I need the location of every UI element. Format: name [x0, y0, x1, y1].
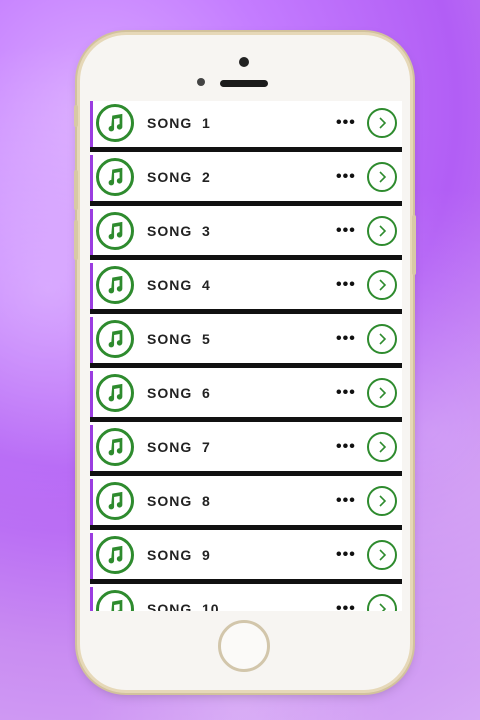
earpiece-speaker — [220, 80, 268, 87]
song-title: SONG 4 — [147, 277, 211, 293]
music-note-icon — [96, 536, 134, 574]
song-title: SONG 8 — [147, 493, 211, 509]
song-title: SONG 9 — [147, 547, 211, 563]
song-title: SONG 2 — [147, 169, 211, 185]
more-options-icon[interactable]: ••• — [336, 276, 356, 294]
chevron-right-icon[interactable] — [367, 108, 397, 138]
more-options-icon[interactable]: ••• — [336, 384, 356, 402]
music-note-icon — [96, 104, 134, 142]
song-row[interactable]: SONG 1 ••• — [90, 101, 402, 152]
more-options-icon[interactable]: ••• — [336, 546, 356, 564]
music-note-icon — [96, 374, 134, 412]
music-note-icon — [96, 158, 134, 196]
song-row[interactable]: SONG 6 ••• — [90, 371, 402, 422]
chevron-right-icon[interactable] — [367, 162, 397, 192]
phone-frame: SONG 1 ••• SONG 2 ••• SONG 3 ••• SONG 4 ••• SONG… — [74, 35, 416, 690]
more-options-icon[interactable]: ••• — [336, 600, 356, 611]
volume-up-button — [74, 170, 78, 210]
song-row[interactable]: SONG 3 ••• — [90, 209, 402, 260]
power-button — [412, 215, 416, 275]
chevron-right-icon[interactable] — [367, 216, 397, 246]
chevron-right-icon[interactable] — [367, 270, 397, 300]
more-options-icon[interactable]: ••• — [336, 438, 356, 456]
song-row[interactable]: SONG 4 ••• — [90, 263, 402, 314]
song-title: SONG 6 — [147, 385, 211, 401]
song-title: SONG 5 — [147, 331, 211, 347]
more-options-icon[interactable]: ••• — [336, 492, 356, 510]
volume-down-button — [74, 220, 78, 260]
music-note-icon — [96, 482, 134, 520]
song-title: SONG 10 — [147, 601, 220, 611]
front-camera — [239, 57, 249, 67]
chevron-right-icon[interactable] — [367, 432, 397, 462]
chevron-right-icon[interactable] — [367, 594, 397, 611]
song-row[interactable]: SONG 10 ••• — [90, 587, 402, 611]
more-options-icon[interactable]: ••• — [336, 330, 356, 348]
song-title: SONG 3 — [147, 223, 211, 239]
more-options-icon[interactable]: ••• — [336, 114, 356, 132]
more-options-icon[interactable]: ••• — [336, 168, 356, 186]
chevron-right-icon[interactable] — [367, 486, 397, 516]
music-note-icon — [96, 428, 134, 466]
chevron-right-icon[interactable] — [367, 324, 397, 354]
music-note-icon — [96, 590, 134, 611]
music-note-icon — [96, 212, 134, 250]
chevron-right-icon[interactable] — [367, 378, 397, 408]
song-row[interactable]: SONG 8 ••• — [90, 479, 402, 530]
song-row[interactable]: SONG 5 ••• — [90, 317, 402, 368]
mute-switch — [74, 105, 78, 127]
song-row[interactable]: SONG 7 ••• — [90, 425, 402, 476]
song-list-screen: SONG 1 ••• SONG 2 ••• SONG 3 ••• SONG 4 ••• SONG… — [90, 101, 402, 611]
song-title: SONG 7 — [147, 439, 211, 455]
song-row[interactable]: SONG 9 ••• — [90, 533, 402, 584]
music-note-icon — [96, 266, 134, 304]
chevron-right-icon[interactable] — [367, 540, 397, 570]
proximity-sensor — [197, 78, 205, 86]
song-row[interactable]: SONG 2 ••• — [90, 155, 402, 206]
home-button[interactable] — [218, 620, 270, 672]
more-options-icon[interactable]: ••• — [336, 222, 356, 240]
music-note-icon — [96, 320, 134, 358]
song-title: SONG 1 — [147, 115, 211, 131]
